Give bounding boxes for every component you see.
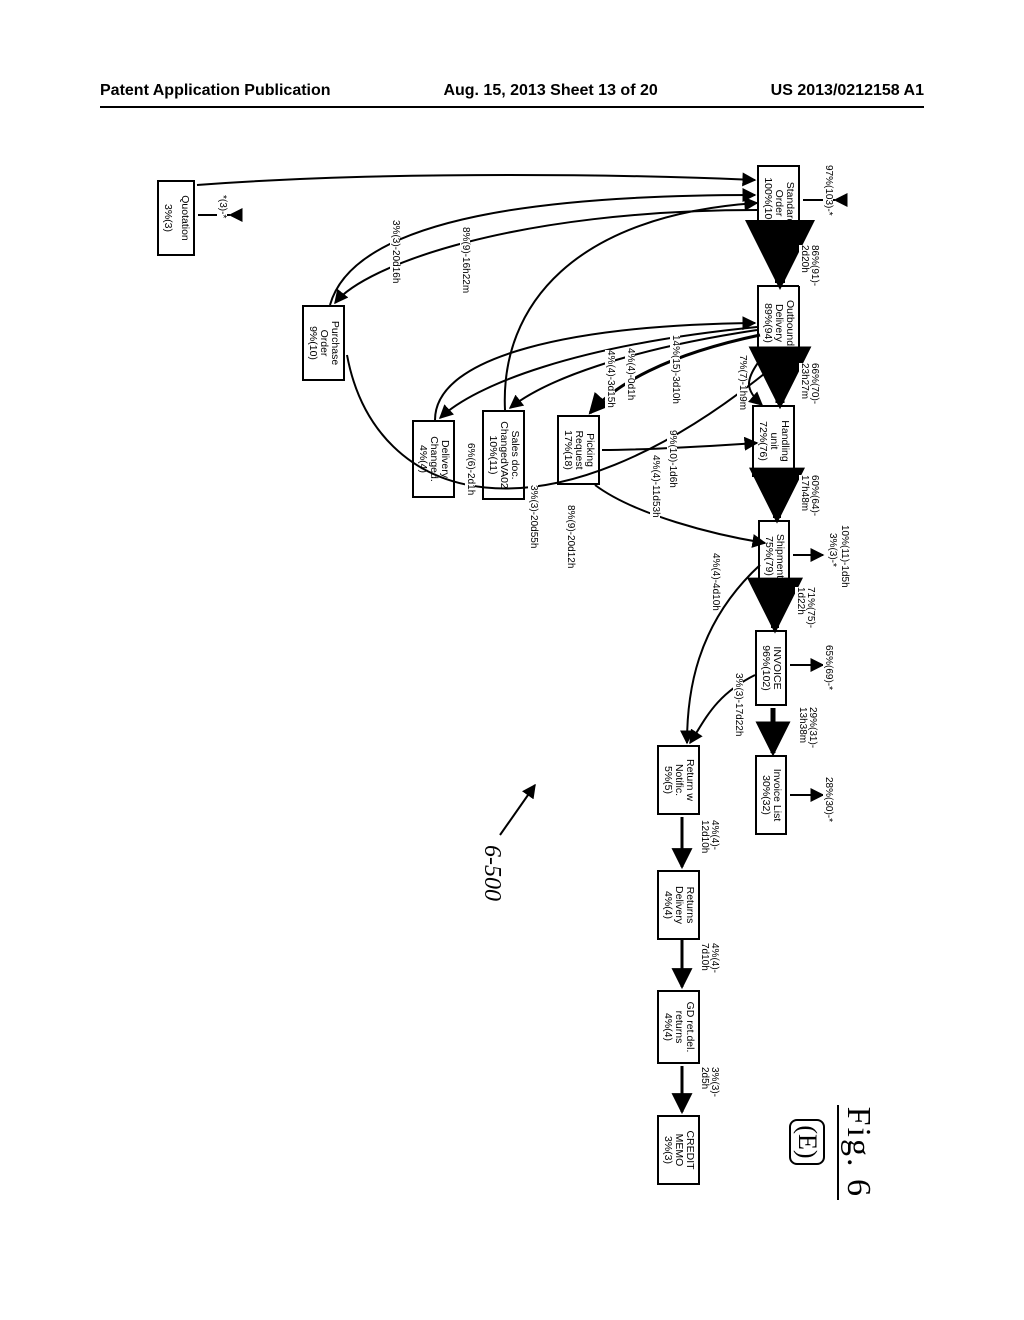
node-text: 89%(94) bbox=[762, 291, 773, 355]
node-text: Handling bbox=[779, 411, 790, 471]
diagram: Fig. 6 (E) 6-500 Standard Order 100%(106… bbox=[135, 155, 895, 1205]
node-text: 3%(3) bbox=[162, 186, 173, 250]
edge-label: 4%(4)- 12d10h bbox=[699, 820, 719, 853]
node-quotation: Quotation 3%(3) bbox=[157, 180, 195, 256]
node-text: Standard bbox=[784, 171, 795, 235]
node-text: 72%(76) bbox=[757, 411, 768, 471]
node-text: 4%(4) bbox=[662, 996, 673, 1058]
node-text: Shipment bbox=[774, 526, 785, 586]
node-picking-request: Picking Request 17%(18) bbox=[557, 415, 600, 485]
figure-ref: 6-500 bbox=[478, 845, 505, 901]
node-text: unit bbox=[768, 411, 779, 471]
node-text: 10%(11) bbox=[487, 416, 498, 494]
node-text: 17%(18) bbox=[562, 421, 573, 479]
node-text: Purchase bbox=[329, 311, 340, 375]
header-right: US 2013/0212158 A1 bbox=[771, 82, 924, 100]
node-invoice: INVOICE 96%(102) bbox=[755, 630, 787, 706]
edge-label: 10%(11)-1d5h bbox=[839, 525, 849, 588]
node-sales-doc-changed: Sales doc. ChangedVA02 10%(11) bbox=[482, 410, 525, 500]
node-text: 100%(106) bbox=[762, 171, 773, 235]
edge-label: 60%(64)- 17h48m bbox=[799, 475, 819, 516]
node-gd-ret-del: GD ret.del. returns 4%(4) bbox=[657, 990, 700, 1064]
node-text: Delivery bbox=[439, 426, 450, 492]
node-text: 4%(4) bbox=[417, 426, 428, 492]
edge-label: 29%(31)- 13h38m bbox=[797, 707, 817, 748]
edge-label: 4%(4)-0d1h bbox=[625, 348, 635, 400]
node-text: returns bbox=[673, 996, 684, 1058]
edge-label: 3%(3)-20d55h bbox=[528, 485, 538, 548]
node-text: 4%(4) bbox=[662, 876, 673, 934]
node-text: Changed. bbox=[428, 426, 439, 492]
node-text: Sales doc. bbox=[509, 416, 520, 494]
node-text: 9%(10) bbox=[307, 311, 318, 375]
node-standard-order: Standard Order 100%(106) bbox=[757, 165, 800, 241]
edge-label: 3%(3)-20d16h bbox=[390, 220, 400, 283]
node-text: Invoice List bbox=[771, 761, 782, 829]
node-text: Returns bbox=[684, 876, 695, 934]
edge-label: 3%(3)- 2d5h bbox=[699, 1067, 719, 1097]
node-handling-unit: Handling unit 72%(76) bbox=[752, 405, 795, 477]
node-text: INVOICE bbox=[771, 636, 782, 700]
edge-label: 8%(9)-16h22m bbox=[460, 227, 470, 293]
page-header: Patent Application Publication Aug. 15, … bbox=[100, 82, 924, 100]
node-text: Outbound bbox=[784, 291, 795, 355]
edge-label: 65%(69)-* bbox=[823, 645, 833, 690]
node-text: Quotation bbox=[179, 186, 190, 250]
edge-label: 4%(4)-4d10h bbox=[710, 553, 720, 611]
node-text: 5%(5) bbox=[662, 751, 673, 809]
figure-number: Fig. 6 bbox=[837, 1105, 877, 1200]
edge-label: *(3)-* bbox=[217, 195, 227, 218]
node-return-notific: Return w Notific. 5%(5) bbox=[657, 745, 700, 815]
node-shipment: Shipment 75%(79) bbox=[758, 520, 790, 592]
node-purchase-order: Purchase Order 9%(10) bbox=[302, 305, 345, 381]
node-returns-delivery: Returns Delivery 4%(4) bbox=[657, 870, 700, 940]
node-text: CREDIT bbox=[684, 1121, 695, 1179]
node-text: GD ret.del. bbox=[684, 996, 695, 1058]
edge-label: 6%(6)-2d1h bbox=[465, 443, 475, 495]
edge-label: 8%(9)-20d12h bbox=[565, 505, 575, 568]
node-text: Delivery bbox=[773, 291, 784, 355]
header-center: Aug. 15, 2013 Sheet 13 of 20 bbox=[443, 82, 657, 100]
node-text: 96%(102) bbox=[760, 636, 771, 700]
node-text: 30%(32) bbox=[760, 761, 771, 829]
node-text: Order bbox=[773, 171, 784, 235]
edge-label: 28%(30)-* bbox=[823, 777, 833, 822]
edge-label: 4%(4)-11d53h bbox=[650, 455, 660, 518]
edge-label: 3%(3)-17d22h bbox=[733, 673, 743, 736]
node-text: Delivery bbox=[673, 876, 684, 934]
edge-label: 3%(3)-* bbox=[827, 533, 837, 567]
node-text: Picking bbox=[584, 421, 595, 479]
node-text: ChangedVA02 bbox=[498, 416, 509, 494]
node-text: 75%(79) bbox=[763, 526, 774, 586]
node-text: Return w bbox=[684, 751, 695, 809]
figure-panel-tag: (E) bbox=[789, 1119, 825, 1165]
edge-label: 71%(75)- 1d22h bbox=[795, 587, 815, 628]
edge-label: 4%(4)- 7d10h bbox=[699, 943, 719, 973]
figure-area: Fig. 6 (E) 6-500 Standard Order 100%(106… bbox=[0, 155, 895, 915]
header-rule bbox=[100, 106, 924, 108]
header-left: Patent Application Publication bbox=[100, 82, 331, 100]
edge-label: 66%(70)- 23h27m bbox=[799, 363, 819, 404]
edge-label: 9%(10)-1d6h bbox=[667, 430, 677, 488]
node-invoice-list: Invoice List 30%(32) bbox=[755, 755, 787, 835]
node-delivery-changed: Delivery Changed. 4%(4) bbox=[412, 420, 455, 498]
node-credit-memo: CREDIT MEMO 3%(3) bbox=[657, 1115, 700, 1185]
node-text: Notific. bbox=[673, 751, 684, 809]
edge-label: 4%(4)-3d15h bbox=[605, 350, 615, 408]
node-outbound-delivery: Outbound Delivery 89%(94) bbox=[757, 285, 800, 361]
edge-label: 14%(15)-3d10h bbox=[670, 335, 680, 404]
node-text: Request bbox=[573, 421, 584, 479]
node-text: MEMO bbox=[673, 1121, 684, 1179]
edge-label: 86%(91)- 2d20h bbox=[799, 245, 819, 286]
edge-label: 97%(103)-* bbox=[823, 165, 833, 216]
node-text: Order bbox=[318, 311, 329, 375]
node-text: 3%(3) bbox=[662, 1121, 673, 1179]
edge-label: 7%(7)-1h9m bbox=[737, 355, 747, 410]
